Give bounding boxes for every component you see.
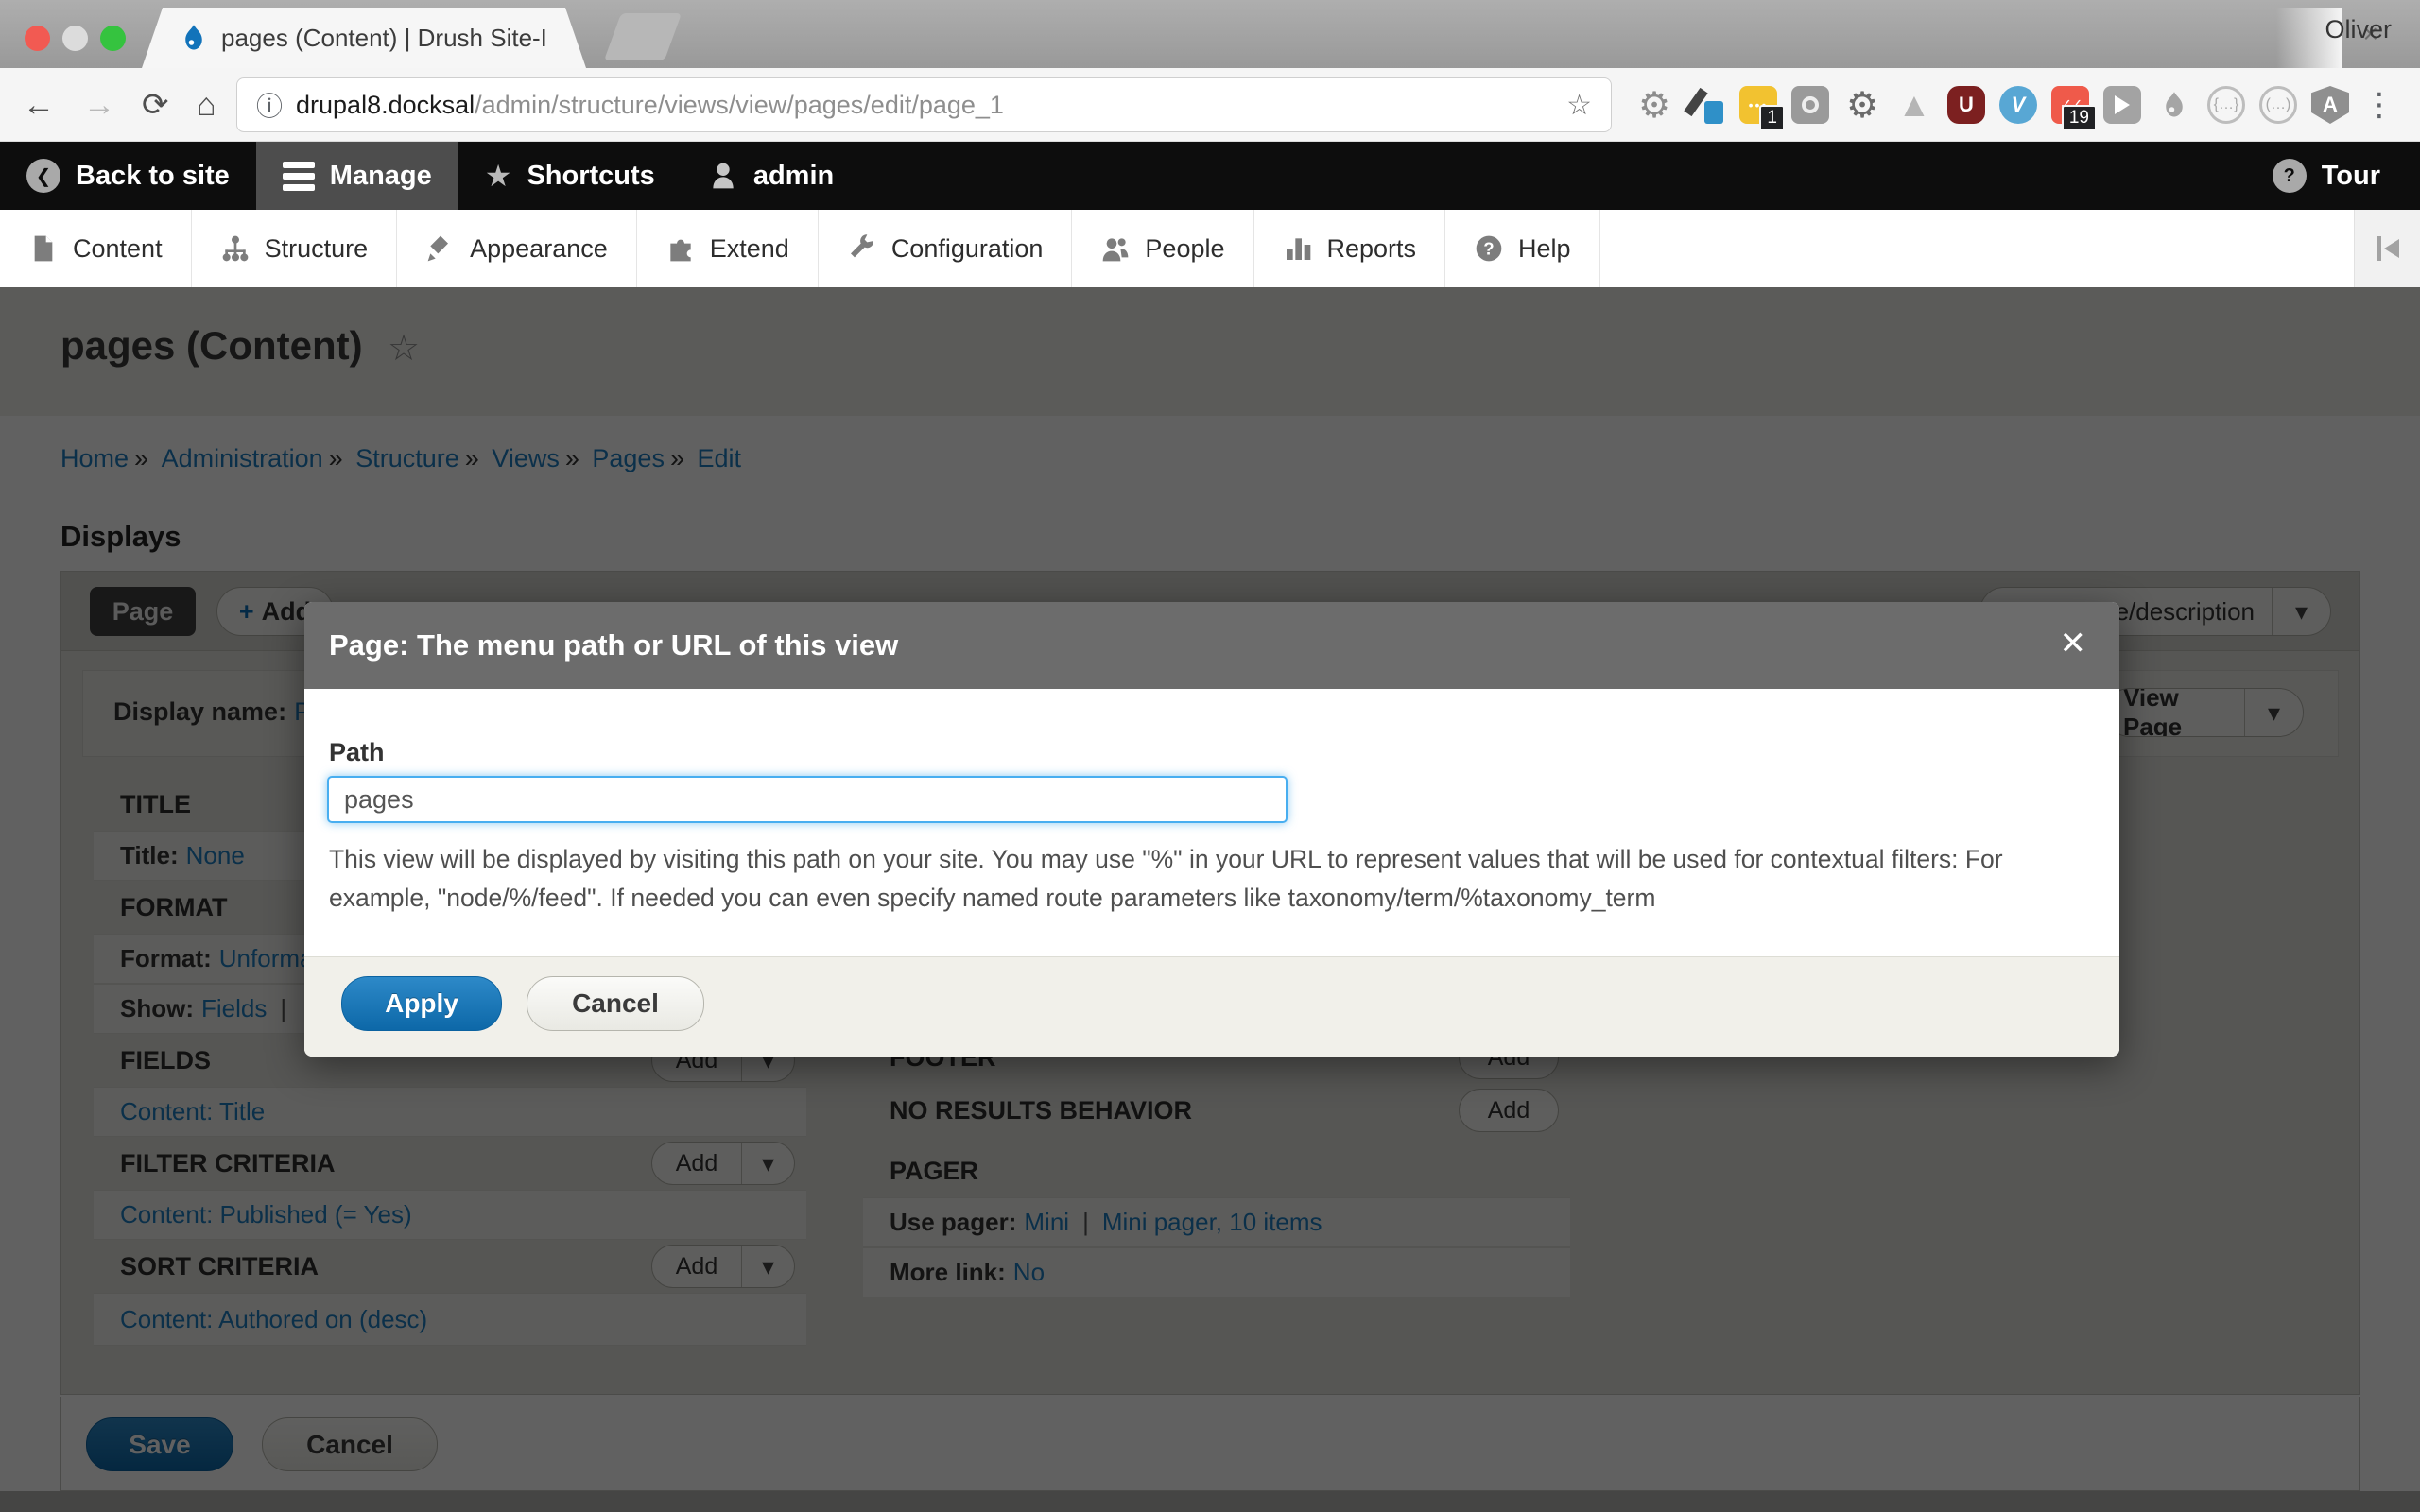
menu-item-structure[interactable]: Structure (192, 210, 398, 287)
window-close-button[interactable] (25, 26, 50, 51)
close-icon[interactable]: ✕ (2060, 625, 2087, 662)
menu-item-people[interactable]: People (1072, 210, 1253, 287)
address-bar[interactable]: drupal8.docksal /admin/structure/views/v… (236, 77, 1612, 132)
svg-text:?: ? (1483, 239, 1494, 259)
screen: pages (Content) | Drush Site-I × Oliver … (0, 0, 2420, 1512)
browser-toolbar: drupal8.docksal /admin/structure/views/v… (0, 68, 2420, 142)
back-to-site-button[interactable]: ❮ Back to site (0, 142, 256, 210)
gear-extension-icon[interactable] (1635, 86, 1673, 124)
back-icon[interactable] (23, 68, 55, 142)
puzzle-icon (666, 233, 696, 264)
drupal-menu-bar: Content Structure Appearance Extend Conf… (0, 210, 2420, 287)
sitemap-icon (220, 233, 251, 264)
forward-icon (83, 68, 115, 142)
menu-item-content[interactable]: Content (0, 210, 192, 287)
home-icon[interactable] (197, 68, 216, 142)
colorpicker-extension-icon[interactable] (1687, 86, 1725, 124)
menu-item-appearance[interactable]: Appearance (397, 210, 637, 287)
browser-menu-icon[interactable] (2363, 86, 2395, 124)
apply-button[interactable]: Apply (341, 976, 502, 1031)
drupal-extension-icon[interactable] (2155, 86, 2193, 124)
bar-chart-icon (1283, 233, 1313, 264)
browser-tab[interactable]: pages (Content) | Drush Site-I (142, 8, 586, 68)
extension-badge: 1 (1759, 105, 1785, 131)
path-label: Path (329, 738, 385, 767)
extension-badge: 19 (2062, 105, 2097, 131)
screenshot-extension-icon[interactable] (1791, 86, 1829, 124)
dialog-header[interactable]: Page: The menu path or URL of this view … (304, 602, 2119, 689)
tour-button[interactable]: ? Tour (2246, 142, 2407, 210)
notes-extension-icon[interactable]: 1 (1739, 86, 1777, 124)
dialog-cancel-button[interactable]: Cancel (527, 976, 704, 1031)
dialog-footer: Apply Cancel (304, 956, 2119, 1057)
dialog-body: Path This view will be displayed by visi… (304, 689, 2119, 956)
ublock-extension-icon[interactable]: U (1947, 86, 1985, 124)
drupal-admin-toolbar: ❮ Back to site Manage Shortcuts admin ? … (0, 142, 2420, 210)
menu-item-reports[interactable]: Reports (1254, 210, 1446, 287)
path-description: This view will be displayed by visiting … (329, 840, 2073, 918)
shortcuts-button[interactable]: Shortcuts (458, 142, 682, 210)
collapse-icon (2377, 236, 2381, 261)
settings-extension-icon[interactable] (1843, 86, 1881, 124)
menu-item-configuration[interactable]: Configuration (819, 210, 1073, 287)
window-zoom-button[interactable] (100, 26, 126, 51)
window-minimize-button[interactable] (62, 26, 88, 51)
question-icon: ? (2273, 159, 2307, 193)
admin-user-button[interactable]: admin (682, 142, 860, 210)
menu-item-extend[interactable]: Extend (637, 210, 819, 287)
views-path-dialog: Page: The menu path or URL of this view … (304, 602, 2119, 1057)
new-tab-button[interactable] (604, 13, 682, 60)
extension-row: 1 U V 19 {…} (…) A (1635, 76, 2395, 134)
back-chevron-icon: ❮ (26, 159, 60, 193)
help-icon: ? (1474, 233, 1504, 264)
file-icon (28, 233, 59, 264)
browser-tab-strip: pages (Content) | Drush Site-I × Oliver (0, 0, 2420, 68)
tab-title: pages (Content) | Drush Site-I (221, 24, 548, 53)
video-extension-icon[interactable] (2103, 86, 2141, 124)
manage-button[interactable]: Manage (256, 142, 458, 210)
drive-extension-icon[interactable] (1895, 86, 1933, 124)
hamburger-icon (283, 162, 315, 191)
angular-extension-icon[interactable]: A (2311, 86, 2349, 124)
paren-extension-icon[interactable]: (…) (2259, 86, 2297, 124)
page-info-icon[interactable] (256, 86, 283, 124)
paintbrush-icon (425, 233, 456, 264)
todoist-extension-icon[interactable]: 19 (2051, 86, 2089, 124)
menu-item-help[interactable]: ? Help (1445, 210, 1600, 287)
star-icon (485, 158, 512, 194)
person-icon (708, 161, 738, 191)
people-icon (1100, 233, 1131, 264)
bookmark-star-icon[interactable] (1566, 89, 1592, 122)
json-extension-icon[interactable]: {…} (2207, 86, 2245, 124)
drupal-favicon (180, 24, 208, 52)
browser-profile-name[interactable]: Oliver (2325, 15, 2392, 44)
reload-icon[interactable] (142, 68, 169, 142)
url-domain: drupal8.docksal (296, 91, 475, 120)
vue-extension-icon[interactable]: V (1999, 86, 2037, 124)
url-path: /admin/structure/views/view/pages/edit/p… (475, 91, 1004, 120)
toolbar-collapse-button[interactable] (2354, 210, 2420, 287)
dialog-title: Page: The menu path or URL of this view (329, 628, 898, 662)
wrench-icon (847, 233, 877, 264)
path-input[interactable] (327, 776, 1288, 823)
